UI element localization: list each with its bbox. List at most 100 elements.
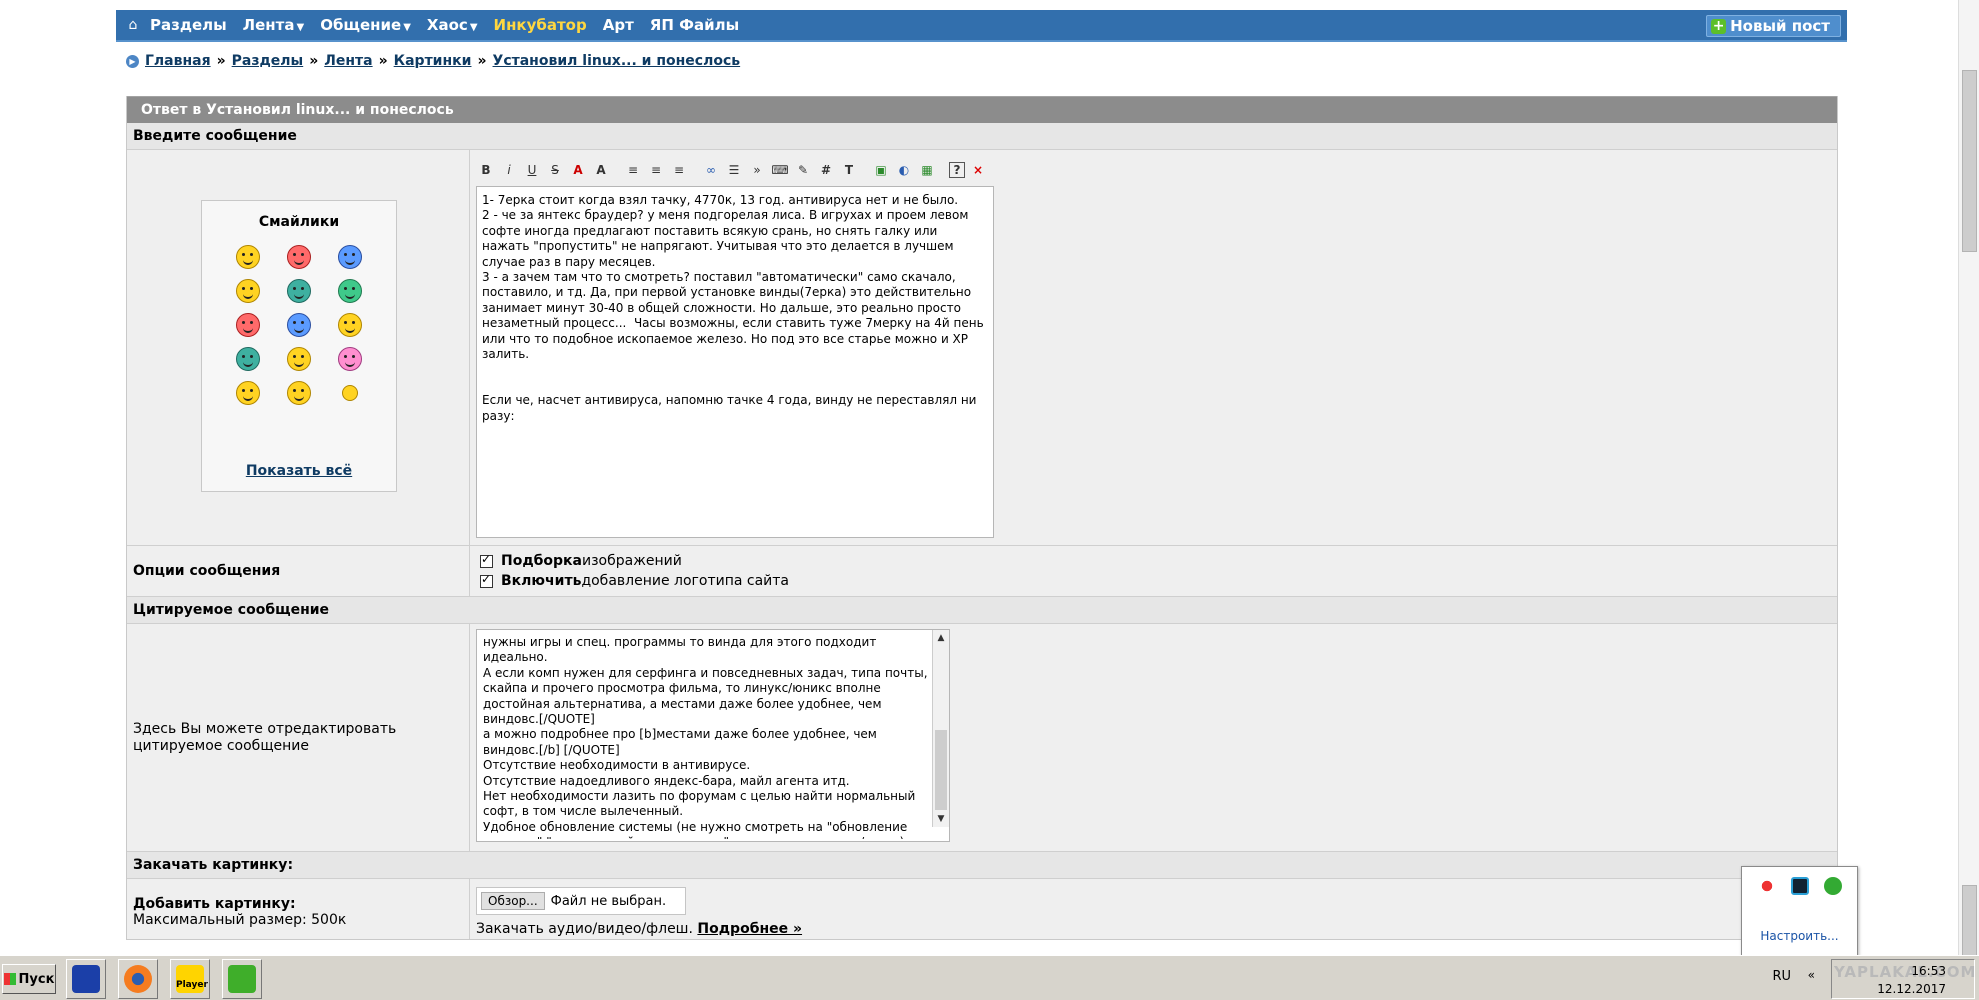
windows-logo-icon bbox=[3, 973, 16, 985]
editor-toolbar: B i U S A A ≡ ≡ ≡ ∞ ☰ » ⌨ ✎ # T ▣ ◐ ▦ ? … bbox=[476, 158, 1837, 182]
quoted-row: Здесь Вы можете отредактировать цитируем… bbox=[127, 624, 1837, 852]
breadcrumb-link-home[interactable]: Главная bbox=[145, 53, 211, 69]
checkbox-checked-icon[interactable] bbox=[480, 552, 493, 568]
taskbar-save-app[interactable] bbox=[66, 959, 106, 999]
smiley-thinking[interactable] bbox=[235, 279, 260, 303]
form-title: Ответ в Установил linux... и понеслось bbox=[127, 96, 1837, 123]
message-textarea[interactable]: 1- 7ерка стоит когда взял тачку, 4770к, … bbox=[476, 186, 994, 538]
align-left-icon[interactable]: ≡ bbox=[623, 161, 643, 179]
tray-expand-icon[interactable]: « bbox=[1808, 968, 1815, 982]
quoted-textarea[interactable]: нужны игры и спец. программы то винда дл… bbox=[476, 629, 950, 842]
scroll-up-icon[interactable]: ▲ bbox=[933, 630, 949, 646]
editor-app-icon bbox=[228, 965, 256, 993]
quoted-scrollbar[interactable]: ▲ ▼ bbox=[932, 630, 949, 827]
tray-vpn-icon[interactable] bbox=[1790, 877, 1809, 895]
option-text: изображений bbox=[582, 553, 682, 569]
smilies-panel: Смайлики Показать всё bbox=[201, 200, 397, 492]
tray-app-icon[interactable] bbox=[1757, 877, 1776, 895]
font-size-icon[interactable]: A bbox=[591, 161, 611, 179]
nav-item-sections[interactable]: Разделы bbox=[150, 16, 227, 34]
italic-icon[interactable]: i bbox=[499, 161, 519, 179]
tray-torrent-icon[interactable] bbox=[1823, 877, 1842, 895]
image-icon[interactable]: ▣ bbox=[871, 161, 891, 179]
smiley-thumbs-up[interactable] bbox=[338, 313, 363, 337]
smiley-crazy[interactable] bbox=[286, 313, 311, 337]
underline-icon[interactable]: U bbox=[522, 161, 542, 179]
caret-down-icon: ▼ bbox=[469, 22, 478, 33]
code-icon[interactable]: ⌨ bbox=[770, 161, 790, 179]
bold-icon[interactable]: B bbox=[476, 161, 496, 179]
nav-item-chaos[interactable]: Хаос ▼ bbox=[427, 16, 478, 34]
hash-icon[interactable]: # bbox=[816, 161, 836, 179]
start-button[interactable]: Пуск bbox=[2, 964, 56, 994]
align-center-icon[interactable]: ≡ bbox=[646, 161, 666, 179]
show-all-smilies-link[interactable]: Показать всё bbox=[202, 463, 396, 479]
quoted-scroll-thumb[interactable] bbox=[935, 730, 947, 810]
toolbar-separator bbox=[692, 161, 698, 179]
breadcrumb-link-pictures[interactable]: Картинки bbox=[394, 53, 472, 69]
taskbar-firefox[interactable] bbox=[118, 959, 158, 999]
breadcrumb-link-topic[interactable]: Установил linux... и понеслось bbox=[493, 53, 741, 69]
taskbar-player[interactable]: Player bbox=[170, 959, 210, 999]
nav-item-files[interactable]: ЯП Файлы bbox=[650, 16, 739, 34]
browse-button[interactable]: Обзор... bbox=[481, 892, 545, 910]
option-image-picker[interactable]: Подборка изображений bbox=[480, 551, 1837, 571]
upload-column: Обзор... Файл не выбран. Закачать аудио/… bbox=[470, 879, 1837, 939]
font-color-icon[interactable]: A bbox=[568, 161, 588, 179]
list-icon[interactable]: ☰ bbox=[724, 161, 744, 179]
taskbar-editor[interactable] bbox=[222, 959, 262, 999]
scroll-thumb-lower[interactable] bbox=[1962, 885, 1977, 957]
option-site-logo[interactable]: Включить добавление логотипа сайта bbox=[480, 571, 1837, 591]
smilies-grid bbox=[222, 245, 376, 405]
file-input[interactable]: Обзор... Файл не выбран. bbox=[476, 887, 686, 915]
smiley-clap[interactable] bbox=[286, 347, 311, 371]
tray-icons bbox=[1742, 867, 1857, 895]
edit-icon[interactable]: ✎ bbox=[793, 161, 813, 179]
nav-item-feed[interactable]: Лента ▼ bbox=[243, 16, 305, 34]
nav-item-art[interactable]: Арт bbox=[603, 16, 634, 34]
smiley-angry[interactable] bbox=[286, 245, 311, 269]
smiley-blue[interactable] bbox=[338, 245, 363, 269]
page-scrollbar[interactable] bbox=[1958, 0, 1979, 957]
home-icon[interactable]: ⌂ bbox=[116, 17, 150, 33]
player-label: Player bbox=[176, 980, 208, 990]
smiley-dart[interactable] bbox=[235, 313, 260, 337]
quote-icon[interactable]: » bbox=[747, 161, 767, 179]
smiley-green[interactable] bbox=[338, 279, 363, 303]
smiley-cool[interactable] bbox=[235, 245, 260, 269]
quoted-label-column: Здесь Вы можете отредактировать цитируем… bbox=[127, 624, 470, 851]
watermark: YAPLAKAL.COM bbox=[1834, 963, 1977, 981]
smiley-alien[interactable] bbox=[235, 347, 260, 371]
flash-icon[interactable]: ◐ bbox=[894, 161, 914, 179]
checkbox-checked-icon[interactable] bbox=[480, 572, 493, 588]
link-icon[interactable]: ∞ bbox=[701, 161, 721, 179]
reply-form: Ответ в Установил linux... и понеслось В… bbox=[126, 96, 1838, 940]
smiley-star[interactable] bbox=[342, 385, 359, 401]
plus-icon: + bbox=[1711, 17, 1727, 34]
more-link[interactable]: Подробнее » bbox=[697, 921, 802, 937]
smiley-medal[interactable] bbox=[235, 381, 260, 405]
system-clock[interactable]: YAPLAKAL.COM 16:53 12.12.2017 bbox=[1831, 959, 1975, 999]
media-upload-line: Закачать аудио/видео/флеш. Подробнее » bbox=[476, 921, 1837, 937]
align-right-icon[interactable]: ≡ bbox=[669, 161, 689, 179]
tray-configure-link[interactable]: Настроить... bbox=[1742, 929, 1857, 943]
enter-message-header: Введите сообщение bbox=[127, 123, 1837, 150]
smiley-gun[interactable] bbox=[286, 279, 311, 303]
video-icon[interactable]: ▦ bbox=[917, 161, 937, 179]
nav-item-communication[interactable]: Общение ▼ bbox=[320, 16, 411, 34]
scroll-down-icon[interactable]: ▼ bbox=[933, 811, 949, 827]
smilies-title: Смайлики bbox=[258, 214, 340, 230]
breadcrumb-link-feed[interactable]: Лента bbox=[324, 53, 372, 69]
strike-icon[interactable]: S bbox=[545, 161, 565, 179]
text-icon[interactable]: T bbox=[839, 161, 859, 179]
smiley-love[interactable] bbox=[338, 347, 363, 371]
nav-item-incubator[interactable]: Инкубатор bbox=[494, 16, 587, 34]
scroll-thumb[interactable] bbox=[1962, 70, 1977, 252]
language-indicator[interactable]: RU bbox=[1772, 969, 1791, 984]
help-icon[interactable]: ? bbox=[949, 162, 965, 178]
new-post-button[interactable]: + Новый пост bbox=[1706, 15, 1841, 37]
breadcrumb-link-sections[interactable]: Разделы bbox=[232, 53, 304, 69]
close-icon[interactable]: × bbox=[968, 161, 988, 179]
smiley-scream[interactable] bbox=[286, 381, 311, 405]
nav-label: Арт bbox=[602, 16, 634, 34]
